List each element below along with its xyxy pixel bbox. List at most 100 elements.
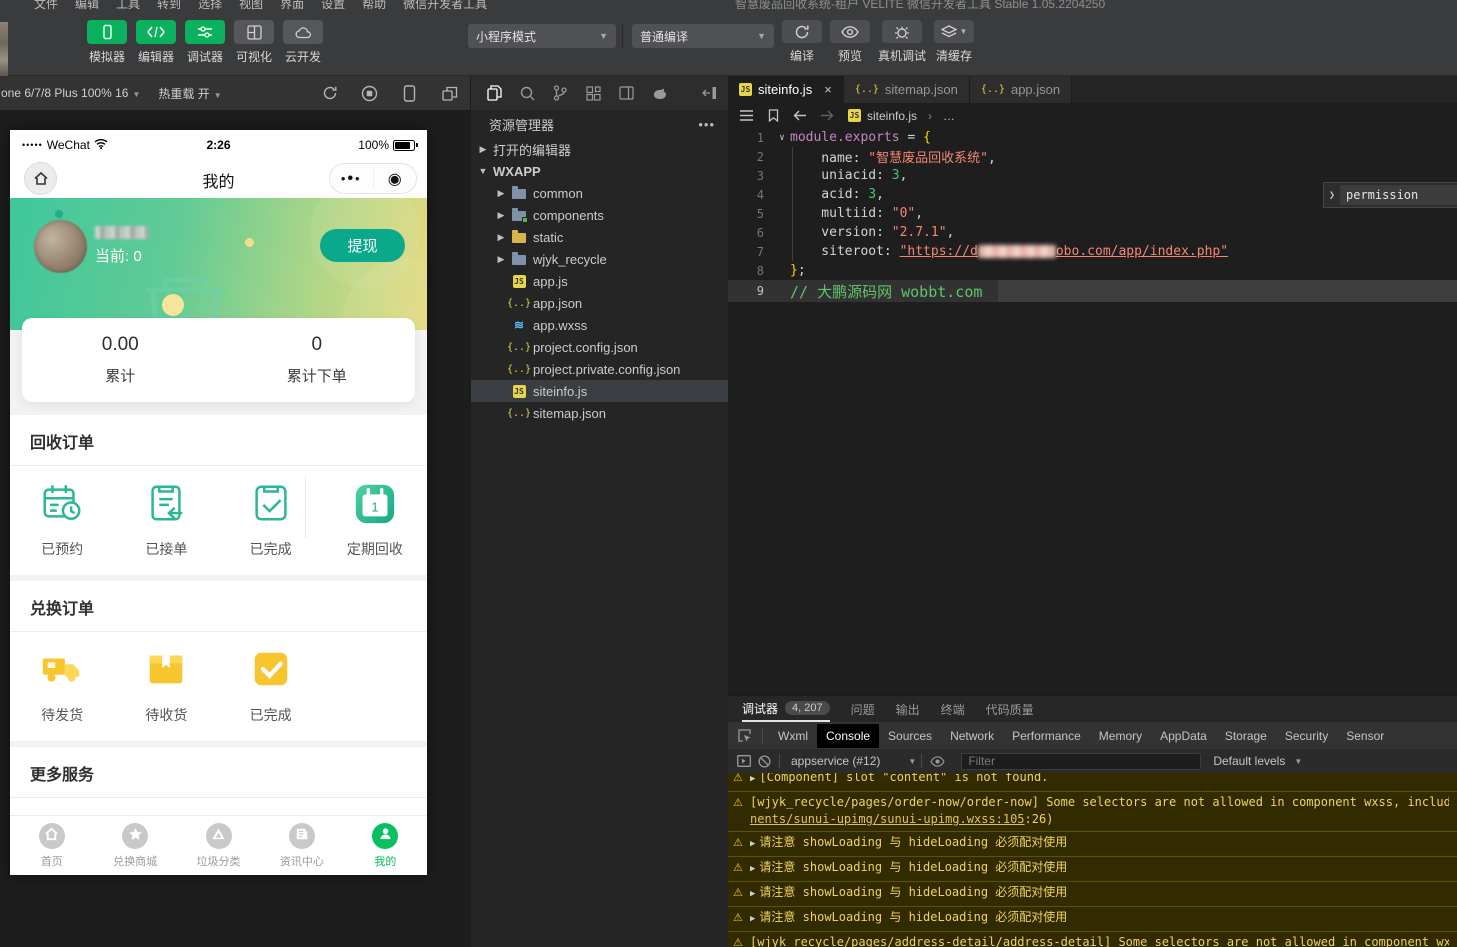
grid-item-待收货[interactable]: 待收货 — [114, 646, 218, 725]
grid-item-已接单[interactable]: 已接单 — [114, 480, 218, 559]
source-link[interactable]: nents/sunui-upimg/sunui-upimg.wxss:105 — [750, 812, 1025, 826]
avatar[interactable] — [34, 220, 87, 273]
find-input[interactable]: permission — [1340, 185, 1457, 205]
panel-tab-终端[interactable]: 终端 — [941, 696, 965, 722]
grid-item-定期回收[interactable]: 1定期回收 — [323, 480, 427, 559]
devtools-tab-Memory[interactable]: Memory — [1090, 724, 1151, 748]
filter-input[interactable] — [961, 753, 1201, 770]
toolbar-button-编辑器[interactable]: 编辑器 — [135, 20, 177, 65]
grid-item-已完成[interactable]: 已完成 — [219, 646, 323, 725]
tabbar-垃圾分类[interactable]: 垃圾分类 — [177, 816, 260, 875]
menu-item-选择[interactable]: 选择 — [198, 0, 222, 10]
code-area[interactable]: 1∨module.exports = {2 name: "智慧废品回收系统",3… — [728, 128, 1457, 695]
menu-bar[interactable]: 文件 编辑 工具 转到 选择 视图 界面 设置 帮助 微信开发者工具 — [34, 0, 487, 10]
devtools-tab-Storage[interactable]: Storage — [1216, 724, 1276, 748]
bookmark-icon[interactable] — [764, 107, 782, 125]
forward-arrow-icon[interactable] — [818, 107, 836, 125]
expand-arrow-icon[interactable]: ▶ — [750, 864, 755, 874]
grid-item-已预约[interactable]: 已预约 — [10, 480, 114, 559]
panel-tab-输出[interactable]: 输出 — [896, 696, 920, 722]
toolbar-button-云开发[interactable]: 云开发 — [282, 20, 324, 65]
devtools-tab-Network[interactable]: Network — [941, 724, 1003, 748]
rotate-icon[interactable] — [321, 85, 338, 102]
back-arrow-icon[interactable] — [791, 107, 809, 125]
inspect-element-icon[interactable] — [732, 728, 756, 743]
tree-item-app.wxss[interactable]: ≋app.wxss — [471, 314, 729, 336]
breadcrumb-file[interactable]: siteinfo.js — [867, 109, 917, 123]
tree-item-project.config.json[interactable]: {..}project.config.json — [471, 336, 729, 358]
clear-console-icon[interactable] — [754, 755, 774, 768]
list-icon[interactable] — [737, 107, 755, 125]
devtools-tab-AppData[interactable]: AppData — [1151, 724, 1216, 748]
menu-item-转到[interactable]: 转到 — [157, 0, 181, 10]
console-message[interactable]: ⚠[wjyk_recycle/pages/order-now/order-now… — [728, 791, 1457, 831]
tree-item-siteinfo.js[interactable]: JSsiteinfo.js — [471, 380, 729, 402]
stat-累计下单[interactable]: 0累计下单 — [219, 318, 416, 402]
tabbar-首页[interactable]: 首页 — [10, 816, 93, 875]
context-select[interactable]: appservice (#12)▼ — [791, 754, 916, 768]
menu-item-帮助[interactable]: 帮助 — [362, 0, 386, 10]
git-branch-icon[interactable] — [550, 83, 570, 103]
code-line-2[interactable]: 2 name: "智慧废品回收系统", — [728, 147, 1457, 166]
code-line-6[interactable]: 6 version: "2.7.1", — [728, 223, 1457, 242]
tree-item-wjyk_recycle[interactable]: ▶wjyk_recycle — [471, 248, 729, 270]
menu-item-视图[interactable]: 视图 — [239, 0, 263, 10]
code-line-1[interactable]: 1∨module.exports = { — [728, 128, 1457, 147]
devtools-tab-Security[interactable]: Security — [1276, 724, 1337, 748]
search-icon[interactable] — [517, 83, 537, 103]
devtools-tab-Wxml[interactable]: Wxml — [769, 724, 817, 748]
breadcrumb-more[interactable]: … — [943, 109, 955, 123]
menu-item-设置[interactable]: 设置 — [321, 0, 345, 10]
expand-arrow-icon[interactable]: ▶ — [750, 914, 755, 924]
panel-right-icon[interactable] — [699, 83, 719, 103]
tree-item-app.js[interactable]: JSapp.js — [471, 270, 729, 292]
code-line-9[interactable]: 9// 大鹏源码网 wobbt.com — [728, 280, 1457, 302]
devtools-tab-Console[interactable]: Console — [817, 724, 879, 748]
grid-item-待发货[interactable]: 待发货 — [10, 646, 114, 725]
editor-tab-app.json[interactable]: {..}app.json — [970, 76, 1072, 103]
files-icon[interactable] — [484, 83, 504, 103]
expand-arrow-icon[interactable]: ▶ — [750, 839, 755, 849]
find-widget[interactable]: ❯ permission — [1323, 182, 1457, 208]
code-line-7[interactable]: 7 siteroot: "https://dobo.com/app/index.… — [728, 242, 1457, 261]
more-actions-icon[interactable]: ••• — [698, 117, 715, 132]
editor-tab-siteinfo.js[interactable]: JSsiteinfo.js× — [728, 76, 844, 103]
menu-item-微信开发者工具[interactable]: 微信开发者工具 — [403, 0, 487, 10]
devtools-tab-Sensor[interactable]: Sensor — [1337, 724, 1393, 748]
panel-tab-代码质量[interactable]: 代码质量 — [986, 696, 1034, 722]
panel-tab-调试器[interactable]: 调试器4, 207 — [742, 696, 830, 722]
mode-select[interactable]: 小程序模式 ▼ — [468, 24, 616, 48]
multi-window-icon[interactable] — [441, 85, 458, 102]
tree-item-static[interactable]: ▶static — [471, 226, 729, 248]
grid-item-已完成[interactable]: 已完成 — [219, 480, 323, 559]
devtools-tab-Sources[interactable]: Sources — [879, 724, 941, 748]
console-message[interactable]: ⚠▶请注意 showLoading 与 hideLoading 必须配对使用 — [728, 856, 1457, 881]
tree-open-editors[interactable]: ▶打开的编辑器 — [471, 138, 729, 160]
menu-item-工具[interactable]: 工具 — [116, 0, 140, 10]
eye-icon[interactable] — [927, 756, 947, 767]
action-清缓存[interactable]: ▼清缓存 — [934, 20, 974, 64]
action-预览[interactable]: 预览 — [830, 20, 870, 64]
compile-mode-select[interactable]: 普通编译 ▼ — [632, 24, 774, 48]
console-message[interactable]: ⚠▶请注意 showLoading 与 hideLoading 必须配对使用 — [728, 831, 1457, 856]
toolbar-button-模拟器[interactable]: 模拟器 — [86, 20, 128, 65]
expand-find-icon[interactable]: ❯ — [1324, 190, 1340, 201]
tabbar-兑换商城[interactable]: 兑换商城 — [93, 816, 176, 875]
device-select[interactable]: one 6/7/8 Plus 100% 16▼ — [1, 86, 140, 100]
show-panel-icon[interactable] — [734, 755, 754, 767]
tabbar-资讯中心[interactable]: 资讯中心 — [260, 816, 343, 875]
panel-tab-问题[interactable]: 问题 — [851, 696, 875, 722]
menu-item-界面[interactable]: 界面 — [280, 0, 304, 10]
fold-icon[interactable]: ∨ — [774, 133, 790, 143]
menu-item-编辑[interactable]: 编辑 — [75, 0, 99, 10]
tabbar-我的[interactable]: 我的 — [344, 816, 427, 875]
tree-item-app.json[interactable]: {..}app.json — [471, 292, 729, 314]
tree-item-project.private.config.json[interactable]: {..}project.private.config.json — [471, 358, 729, 380]
layout-icon[interactable] — [616, 83, 636, 103]
code-line-8[interactable]: 8}; — [728, 261, 1457, 280]
tree-item-common[interactable]: ▶common — [471, 182, 729, 204]
phone-small-icon[interactable] — [401, 85, 418, 102]
console-message[interactable]: ⚠▶请注意 showLoading 与 hideLoading 必须配对使用 — [728, 906, 1457, 931]
withdraw-button[interactable]: 提现 — [320, 229, 405, 262]
menu-item-文件[interactable]: 文件 — [34, 0, 58, 10]
